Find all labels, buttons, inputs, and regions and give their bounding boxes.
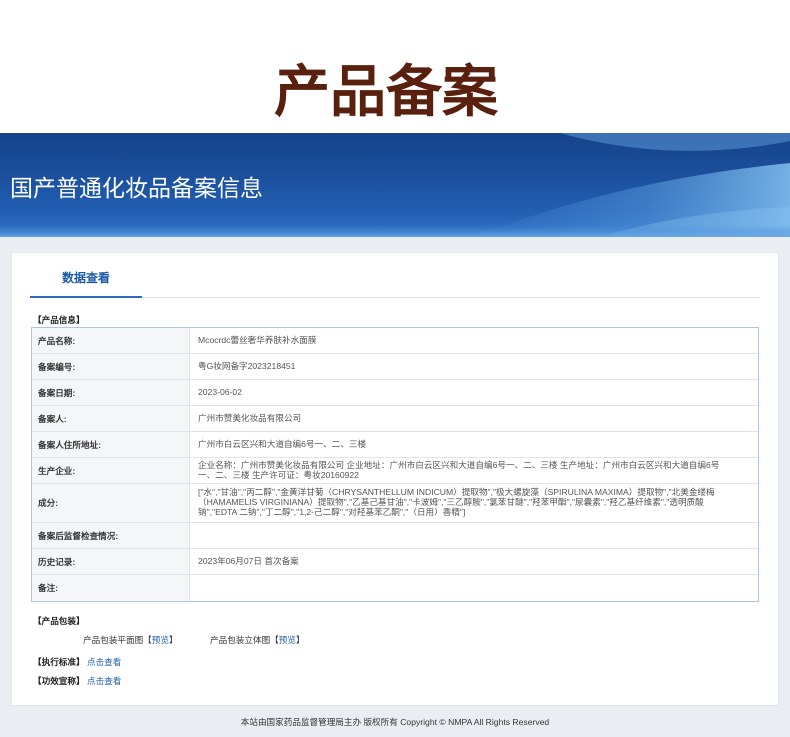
- table-row-registrant: 备案人: 广州市赞美化妆品有限公司: [32, 406, 758, 432]
- page: 产品备案 国产普通化妆品备案信息 数据查看 【产品信息】 产品名称: Mcocr…: [0, 0, 790, 737]
- preview-bracket-close: 】: [168, 635, 178, 645]
- info-panel: 数据查看 【产品信息】 产品名称: Mcocrdc蕾丝奢华养肤补水面膜 备案编号…: [12, 253, 778, 705]
- table-row-post-inspection: 备案后监督检查情况:: [32, 523, 758, 549]
- row-value: 粤G妆网备字2023218451: [198, 360, 296, 371]
- row-label: 备案人:: [32, 406, 190, 431]
- table-row-remarks: 备注:: [32, 575, 758, 601]
- table-row-registrant-address: 备案人住所地址: 广州市白云区兴和大道自编6号一、二、三楼: [32, 432, 758, 458]
- tab-bar: 数据查看: [30, 253, 760, 298]
- execution-standard-link-wrap: 点击查看: [87, 656, 121, 668]
- preview-bracket-open: 【: [270, 635, 279, 645]
- efficacy-claim-link[interactable]: 点击查看: [87, 676, 121, 686]
- row-value: 2023年06月07日 首次备案: [198, 555, 299, 566]
- table-row-history: 历史记录: 2023年06月07日 首次备案: [32, 549, 758, 575]
- row-value: 广州市白云区兴和大道自编6号一、二、三楼: [198, 438, 367, 449]
- efficacy-claim-link-wrap: 点击查看: [87, 675, 121, 687]
- page-header: 产品备案: [0, 0, 790, 133]
- row-label: 备注:: [32, 575, 190, 601]
- row-value: [190, 523, 758, 548]
- table-row-product-name: 产品名称: Mcocrdc蕾丝奢华养肤补水面膜: [32, 328, 758, 354]
- table-row-registration-date: 备案日期: 2023-06-02: [32, 380, 758, 406]
- execution-standard-row: 【执行标准】: [33, 656, 85, 668]
- row-value: 企业名称：广州市赞美化妆品有限公司 企业地址：广州市白云区兴和大道自编6号一、二…: [198, 459, 720, 480]
- preview-link-3d[interactable]: 预览: [279, 635, 296, 645]
- row-value: Mcocrdc蕾丝奢华养肤补水面膜: [198, 334, 317, 345]
- preview-bracket-open: 【: [143, 635, 152, 645]
- preview-bracket-close: 】: [295, 635, 305, 645]
- page-title: 产品备案: [274, 60, 498, 123]
- packaging-item-flat: 产品包装平面图【预览】: [83, 634, 178, 646]
- table-row-manufacturer: 生产企业: 企业名称：广州市赞美化妆品有限公司 企业地址：广州市白云区兴和大道自…: [32, 458, 758, 484]
- footer-copyright: 本站由国家药品监督管理局主办 版权所有 Copyright © NMPA All…: [240, 717, 550, 727]
- efficacy-claim-row: 【功效宣称】: [33, 675, 85, 687]
- preview-link-flat[interactable]: 预览: [152, 635, 169, 645]
- row-label: 历史记录:: [32, 549, 190, 574]
- row-label: 备案编号:: [32, 354, 190, 379]
- packaging-item-label: 产品包装平面图: [83, 635, 144, 645]
- section-title-execution-standard: 【执行标准】: [33, 657, 85, 667]
- packaging-item-label: 产品包装立体图: [210, 635, 271, 645]
- row-label: 备案人住所地址:: [32, 432, 190, 457]
- section-title-efficacy-claim: 【功效宣称】: [33, 676, 85, 686]
- row-value: [190, 575, 758, 601]
- row-label: 成分:: [32, 484, 190, 522]
- banner: 国产普通化妆品备案信息: [0, 133, 790, 237]
- row-value: ["水","甘油","丙二醇","金黄洋甘菊（CHRYSANTHELLUM IN…: [198, 487, 715, 517]
- row-label: 生产企业:: [32, 458, 190, 483]
- product-info-table: 产品名称: Mcocrdc蕾丝奢华养肤补水面膜 备案编号: 粤G妆网备字2023…: [31, 327, 759, 602]
- execution-standard-link[interactable]: 点击查看: [87, 657, 121, 667]
- banner-title: 国产普通化妆品备案信息: [10, 175, 263, 201]
- section-title-packaging: 【产品包装】: [33, 616, 85, 626]
- row-label: 产品名称:: [32, 328, 190, 353]
- packaging-item-3d: 产品包装立体图【预览】: [210, 634, 305, 646]
- row-label: 备案日期:: [32, 380, 190, 405]
- tab-data-view[interactable]: 数据查看: [30, 253, 142, 298]
- table-row-registration-number: 备案编号: 粤G妆网备字2023218451: [32, 354, 758, 380]
- row-label: 备案后监督检查情况:: [32, 523, 190, 548]
- content-area: 数据查看 【产品信息】 产品名称: Mcocrdc蕾丝奢华养肤补水面膜 备案编号…: [0, 237, 790, 737]
- section-title-product-info: 【产品信息】: [33, 315, 85, 325]
- row-value: 2023-06-02: [198, 386, 242, 397]
- table-row-ingredients: 成分: ["水","甘油","丙二醇","金黄洋甘菊（CHRYSANTHELLU…: [32, 484, 758, 523]
- row-value: 广州市赞美化妆品有限公司: [198, 412, 302, 423]
